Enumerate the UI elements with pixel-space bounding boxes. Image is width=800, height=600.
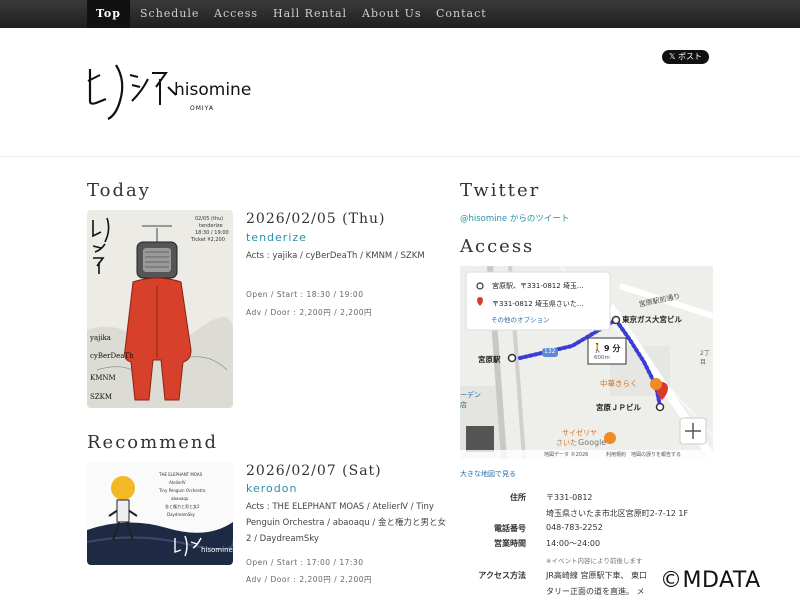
today-event-date: 2026/02/05 (Thu) (246, 211, 386, 227)
site-header: hisomine OMIYA 𝕏 ポスト (0, 28, 800, 157)
nav-contact[interactable]: Contact (436, 0, 487, 28)
nav-about-us[interactable]: About Us (362, 0, 422, 28)
recommend-flyer-graphic: hisomine (87, 462, 233, 565)
flyer-time: 18:30 / 19:00 (195, 230, 229, 236)
flyer-name: SZKM (90, 393, 113, 401)
recommend-flyer-image[interactable]: hisomine THE ELEPHANT MOAS AtelierⅣ Tiny… (87, 462, 233, 565)
large-map-link[interactable]: 大きな地図で見る (460, 469, 516, 479)
today-adv-door: Adv / Door : 2,200円 / 2,200円 (246, 308, 373, 317)
logo-graphic: hisomine (87, 64, 251, 120)
recommend-open-start: Open / Start : 17:00 / 17:30 (246, 558, 364, 567)
address-postal: 〒331-0812 (546, 493, 593, 502)
flyer-line: DaydreamSky (167, 512, 195, 517)
flyer-line: AtelierⅣ (169, 480, 186, 485)
flyer-ticket: Ticket ¥2,200 (191, 237, 225, 243)
twitter-heading: Twitter (460, 180, 541, 201)
map-label: 中華きらく (600, 379, 638, 388)
today-open-start: Open / Start : 18:30 / 19:00 (246, 290, 364, 299)
flyer-line: THE ELEPHANT MOAS (159, 472, 203, 477)
hours-label: 営業時間 (494, 539, 526, 548)
map-label: 宮原駅 (478, 355, 501, 364)
map-label: 2丁目 (700, 350, 710, 366)
flyer-name: cyBerDeaTh (90, 352, 134, 360)
address-street: 埼玉県さいたま市北区宮原町2-7-12 1F (546, 509, 689, 518)
flyer-name: KMNM (90, 374, 116, 382)
nav-access[interactable]: Access (214, 0, 258, 28)
map-footer-terms[interactable]: 利用規約 地図の誤りを報告する (606, 451, 681, 458)
today-flyer-image[interactable]: 02/05 (thu) tenderize 18:30 / 19:00 Tick… (87, 210, 233, 408)
flyer-name: yajika (90, 334, 111, 342)
flyer-line: abaoaqu (171, 496, 189, 501)
flyer-line: Tiny Penguin Orchestra (159, 488, 206, 493)
today-heading: Today (87, 180, 151, 201)
recommend-event-title[interactable]: kerodon (246, 482, 297, 495)
phone-value[interactable]: 048-783-2252 (546, 523, 603, 532)
phone-label: 電話番号 (494, 524, 526, 533)
hours-value: 14:00〜24:00 (546, 539, 601, 548)
map-label: ーデン (460, 391, 481, 399)
nav-top[interactable]: Top (87, 0, 130, 28)
map-label: サイゼリヤ (562, 429, 597, 437)
map-from: 宮原駅、〒331-0812 埼玉... (492, 282, 584, 290)
watermark: ©MDATA (660, 568, 761, 593)
today-event-acts: Acts : yajika / cyBerDeaTh / KMNM / SZKM (246, 251, 425, 261)
map-walk-dist: 600m (594, 355, 610, 361)
logo-sub: OMIYA (190, 105, 214, 112)
nav-hall-rental[interactable]: Hall Rental (273, 0, 347, 28)
access-method-label: アクセス方法 (478, 571, 526, 580)
access-method-line: JR高崎線 宮原駅下車、 東口 (546, 571, 648, 580)
access-heading: Access (460, 236, 535, 257)
address-label: 住所 (510, 493, 526, 502)
flyer-line: 金と権力と男と女2 (165, 504, 200, 509)
map-label: 店 (460, 401, 467, 409)
hours-note: ※イベント内容により前後します (546, 557, 643, 565)
recommend-event-acts: Acts : THE ELEPHANT MOAS / AtelierⅣ / Ti… (246, 502, 446, 544)
access-method-line: タリー正面の道を直進。 メ (546, 587, 645, 596)
recommend-event-date: 2026/02/07 (Sat) (246, 463, 382, 479)
recommend-heading: Recommend (87, 432, 219, 453)
hisomine-logo[interactable]: hisomine OMIYA (86, 61, 251, 123)
map-label: 東京ガス大宮ビル (622, 315, 682, 324)
map-options-link[interactable]: その他のオプション (491, 314, 550, 324)
x-post-button[interactable]: 𝕏 ポスト (662, 50, 709, 64)
map-walk-time: 9 分 (604, 344, 621, 353)
nav-schedule[interactable]: Schedule (140, 0, 199, 28)
map-label: さいた (556, 439, 577, 447)
map-footer-data: 地図データ ©2026 (544, 452, 589, 458)
walk-icon: 🚶 (592, 344, 604, 354)
recommend-adv-door: Adv / Door : 2,200円 / 2,200円 (246, 575, 373, 584)
google-logo: Google (578, 438, 607, 447)
map-to: 〒331-0812 埼玉県さいた... (492, 300, 584, 308)
svg-text:hisomine: hisomine (174, 80, 251, 100)
map-label: 宮原ＪＰビル (596, 403, 641, 412)
top-navigation: Top Schedule Access Hall Rental About Us… (0, 0, 800, 28)
today-event-title[interactable]: tenderize (246, 231, 307, 244)
flyer-date: 02/05 (thu) (195, 216, 224, 222)
twitter-timeline-link[interactable]: @hisomine からのツイート (460, 212, 569, 224)
flyer-title: tenderize (199, 223, 223, 229)
svg-text:hisomine: hisomine (201, 546, 233, 554)
google-map[interactable]: 宮原駅、〒331-0812 埼玉... 〒331-0812 埼玉県さいた... … (460, 266, 713, 459)
map-label: 132 (544, 348, 556, 355)
